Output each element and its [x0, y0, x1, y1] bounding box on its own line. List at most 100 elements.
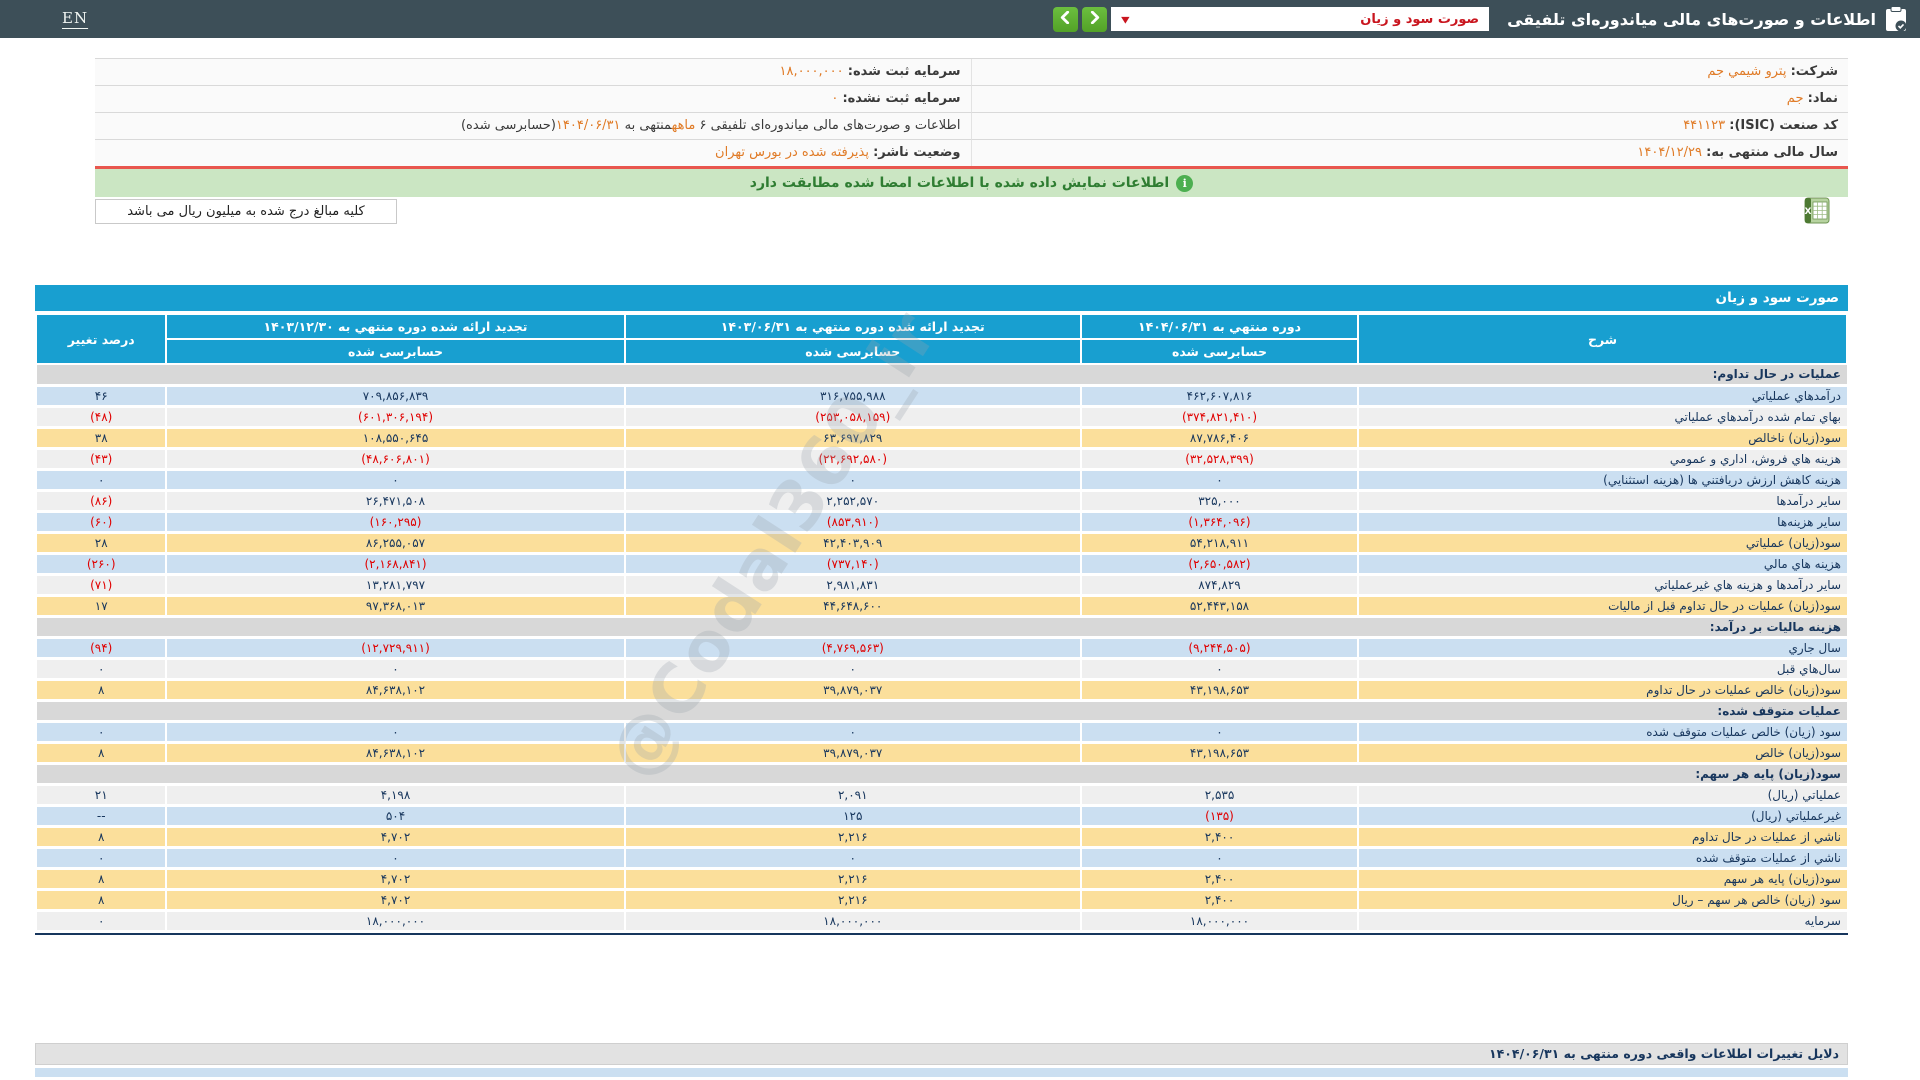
statement-table: شرح دوره منتهي به ۱۴۰۴/۰۶/۳۱ تجدید ارائه… — [35, 313, 1848, 933]
statement-title: صورت سود و زیان — [35, 285, 1848, 311]
statement-row: سود(زيان) خالص۴۳,۱۹۸,۶۵۳۳۹,۸۷۹,۰۳۷۸۴,۶۳۸… — [36, 742, 1847, 763]
value-cell: ۱۸,۰۰۰,۰۰۰ — [1081, 910, 1358, 931]
ticker-row: نماد: جم — [972, 86, 1849, 113]
fiscal-year-row: سال مالی منتهی به: ۱۴۰۴/۱۲/۲۹ — [972, 140, 1849, 167]
value-cell: (۲۲,۶۹۲,۵۸۰) — [625, 448, 1081, 469]
value-cell: ۸۷,۷۸۶,۴۰۶ — [1081, 427, 1358, 448]
chevron-down-icon: ▼ — [1121, 14, 1129, 24]
percent-change-cell: ۸ — [36, 826, 166, 847]
percent-change-cell: ۰ — [36, 910, 166, 931]
value-cell: (۳۲,۵۲۸,۳۹۹) — [1081, 448, 1358, 469]
value-cell: ۱۰۸,۵۵۰,۶۴۵ — [166, 427, 624, 448]
statement-row: ساير درآمدها۳۲۵,۰۰۰۲,۲۵۲,۵۷۰۲۶,۴۷۱,۵۰۸(۸… — [36, 490, 1847, 511]
value-cell: ۴,۱۹۸ — [166, 784, 624, 805]
value-cell: ۸۷۴,۸۲۹ — [1081, 574, 1358, 595]
value-cell: ۱۲۵ — [625, 805, 1081, 826]
percent-change-cell: ۳۸ — [36, 427, 166, 448]
percent-change-cell: (۷۱) — [36, 574, 166, 595]
prev-report-button[interactable] — [1053, 7, 1078, 32]
value-cell: ۸۶,۲۵۵,۰۵۷ — [166, 532, 624, 553]
percent-change-cell: ۸ — [36, 868, 166, 889]
fiscal-year-label: سال مالی منتهی به: — [1706, 145, 1838, 160]
value-cell: (۴,۷۶۹,۵۶۳) — [625, 637, 1081, 658]
value-cell: ۰ — [166, 658, 624, 679]
section-row: عمليات متوقف شده: — [36, 700, 1847, 721]
statement-row: ساير هزينه‌ها(۱,۳۶۴,۰۹۶)(۸۵۳,۹۱۰)(۱۶۰,۲۹… — [36, 511, 1847, 532]
value-cell: ۰ — [1081, 469, 1358, 490]
row-description: هزينه هاي فروش، اداري و عمومي — [1358, 448, 1847, 469]
value-cell: (۱۳۵) — [1081, 805, 1358, 826]
chevron-right-icon — [1088, 11, 1101, 27]
col-header-description: شرح — [1358, 314, 1847, 364]
value-cell: ۲,۴۰۰ — [1081, 868, 1358, 889]
value-cell: (۸۵۳,۹۱۰) — [625, 511, 1081, 532]
value-cell: ۰ — [625, 847, 1081, 868]
value-cell: ۴,۷۰۲ — [166, 889, 624, 910]
english-language-link[interactable]: EN — [62, 9, 88, 27]
audited-label: حسابرسی شده — [625, 339, 1081, 364]
ticker-label: نماد: — [1808, 91, 1838, 106]
value-cell: ۶۳,۶۹۷,۸۲۹ — [625, 427, 1081, 448]
percent-change-cell: ۸ — [36, 889, 166, 910]
row-description: سود(زيان) خالص — [1358, 742, 1847, 763]
row-description: ساير هزينه‌ها — [1358, 511, 1847, 532]
value-cell: ۱۳,۲۸۱,۷۹۷ — [166, 574, 624, 595]
unregistered-capital-label: سرمایه ثبت نشده: — [842, 91, 960, 106]
row-description: ناشي از عمليات در حال تداوم — [1358, 826, 1847, 847]
audited-label: حسابرسی شده — [1081, 339, 1358, 364]
value-cell: ۲,۰۹۱ — [625, 784, 1081, 805]
isic-row: کد صنعت (ISIC): ۴۴۱۱۲۳ — [972, 113, 1849, 140]
statement-row: سود(زيان) ناخالص۸۷,۷۸۶,۴۰۶۶۳,۶۹۷,۸۲۹۱۰۸,… — [36, 427, 1847, 448]
signed-match-notice: i اطلاعات نمایش داده شده با اطلاعات امضا… — [95, 169, 1848, 197]
value-cell: ۰ — [166, 847, 624, 868]
value-cell: ۸۴,۶۳۸,۱۰۲ — [166, 742, 624, 763]
company-name-row: شرکت: پترو شیمي جم — [972, 59, 1849, 86]
report-select-value: صورت سود و زیان — [1360, 12, 1479, 27]
statement-row: ناشي از عمليات متوقف شده۰۰۰۰ — [36, 847, 1847, 868]
value-cell: (۳۷۴,۸۲۱,۴۱۰) — [1081, 406, 1358, 427]
chevron-left-icon — [1059, 11, 1072, 27]
statement-row: سال‌هاي قبل۰۰۰۰ — [36, 658, 1847, 679]
units-note: کلیه مبالغ درج شده به میلیون ریال می باش… — [95, 199, 397, 224]
row-description: سال‌هاي قبل — [1358, 658, 1847, 679]
value-cell: ۴۶۲,۶۰۷,۸۱۶ — [1081, 385, 1358, 406]
row-description: سود(زيان) خالص عمليات در حال تداوم — [1358, 679, 1847, 700]
value-cell: ۲,۴۰۰ — [1081, 826, 1358, 847]
value-cell: ۲,۲۵۲,۵۷۰ — [625, 490, 1081, 511]
statement-row: سود(زيان) پايه هر سهم۲,۴۰۰۲,۲۱۶۴,۷۰۲۸ — [36, 868, 1847, 889]
value-cell: (۶۰۱,۳۰۶,۱۹۴) — [166, 406, 624, 427]
statement-row: غيرعملياتي (ريال)(۱۳۵)۱۲۵۵۰۴-- — [36, 805, 1847, 826]
report-select[interactable]: صورت سود و زیان ▼ — [1111, 7, 1489, 31]
value-cell: ۹۷,۳۶۸,۰۱۳ — [166, 595, 624, 616]
company-name-label: شرکت: — [1791, 64, 1838, 79]
value-cell: ۲۶,۴۷۱,۵۰۸ — [166, 490, 624, 511]
next-report-button[interactable] — [1082, 7, 1107, 32]
statement-row: هزينه هاي مالي(۲,۶۵۰,۵۸۲)(۷۳۷,۱۴۰)(۲,۱۶۸… — [36, 553, 1847, 574]
value-cell: ۰ — [166, 721, 624, 742]
value-cell: (۷۳۷,۱۴۰) — [625, 553, 1081, 574]
value-cell: ۴۳,۱۹۸,۶۵۳ — [1081, 742, 1358, 763]
issuer-status-row: وضعیت ناشر: پذیرفته شده در بورس تهران — [95, 140, 972, 167]
row-description: سود(زيان) ناخالص — [1358, 427, 1847, 448]
statement-row: سود(زيان) عملياتي۵۴,۲۱۸,۹۱۱۴۲,۴۰۳,۹۰۹۸۶,… — [36, 532, 1847, 553]
value-cell: ۵۴,۲۱۸,۹۱۱ — [1081, 532, 1358, 553]
value-cell: ۳۹,۸۷۹,۰۳۷ — [625, 679, 1081, 700]
registered-capital-value: ۱۸,۰۰۰,۰۰۰ — [780, 64, 844, 79]
percent-change-cell: (۴۸) — [36, 406, 166, 427]
value-cell: ۴۲,۴۰۳,۹۰۹ — [625, 532, 1081, 553]
row-description: ساير درآمدها و هزينه هاي غيرعملياتي — [1358, 574, 1847, 595]
issuer-status-label: وضعیت ناشر: — [873, 145, 960, 160]
value-cell: ۲,۲۱۶ — [625, 889, 1081, 910]
isic-label: کد صنعت (ISIC): — [1729, 118, 1838, 133]
value-cell: ۱۸,۰۰۰,۰۰۰ — [166, 910, 624, 931]
percent-change-cell: ۸ — [36, 742, 166, 763]
clipboard-check-icon — [1884, 6, 1908, 32]
value-cell: (۲,۶۵۰,۵۸۲) — [1081, 553, 1358, 574]
value-cell: ۲,۲۱۶ — [625, 868, 1081, 889]
percent-change-cell: ۸ — [36, 679, 166, 700]
col-header-period-current: دوره منتهي به ۱۴۰۴/۰۶/۳۱ — [1081, 314, 1358, 339]
value-cell: ۵۰۴ — [166, 805, 624, 826]
row-description: غيرعملياتي (ريال) — [1358, 805, 1847, 826]
excel-export-icon[interactable]: X — [1802, 197, 1830, 224]
unregistered-capital-value: ۰ — [831, 91, 838, 106]
